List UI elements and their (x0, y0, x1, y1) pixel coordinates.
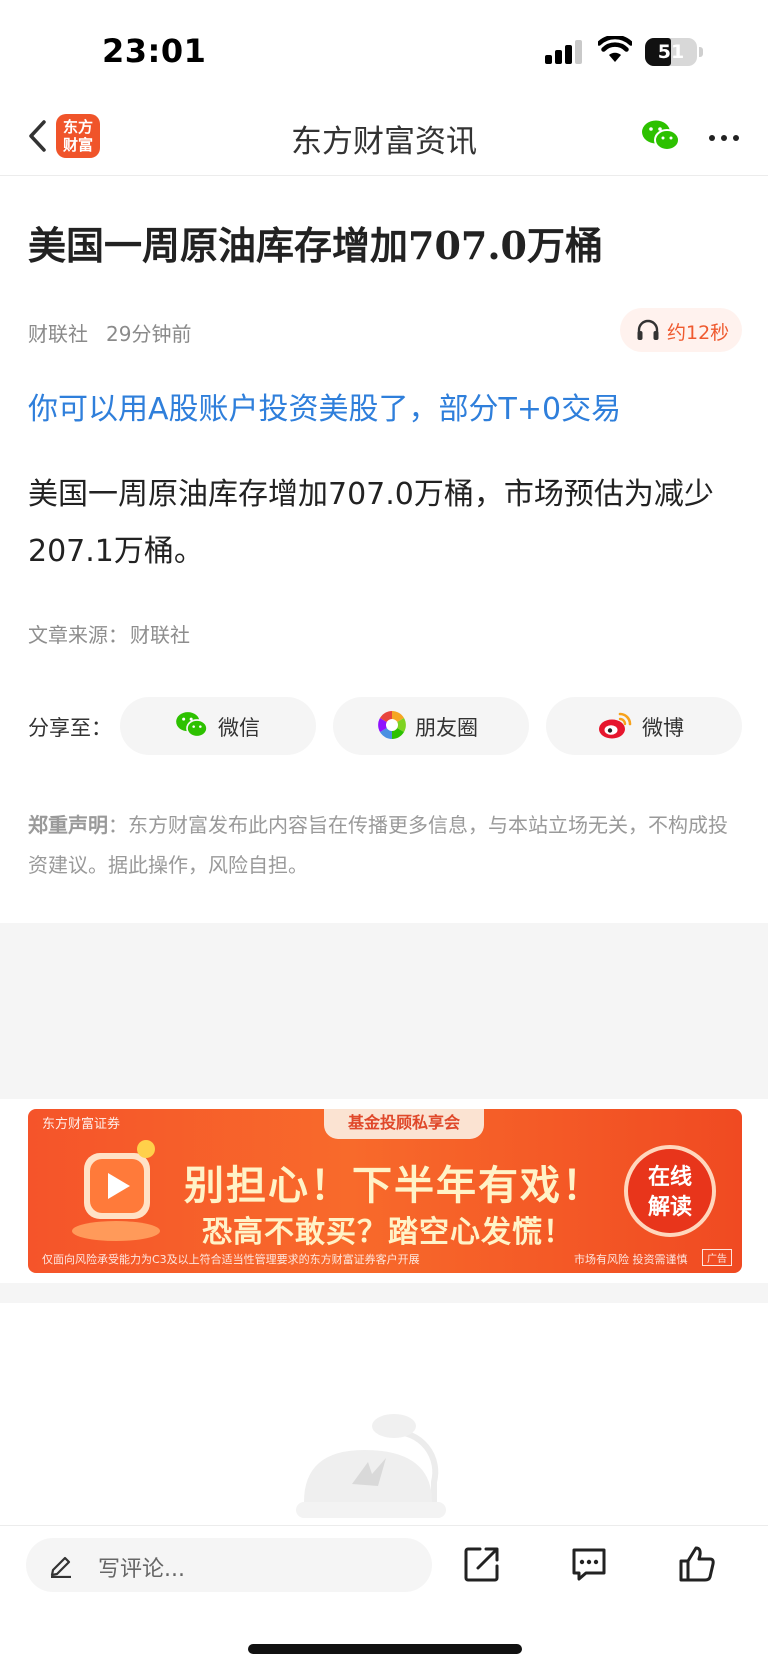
share-icon[interactable] (462, 1544, 502, 1584)
ad-brand: 东方财富证券 (42, 1117, 121, 1132)
share-wechat-button[interactable]: 微信 (120, 697, 316, 755)
ad-headline: 别担心！下半年有戏！ (184, 1163, 604, 1209)
comment-icon[interactable] (569, 1544, 609, 1584)
article-source-line: 文章来源： 财联社 (28, 619, 190, 648)
like-icon[interactable] (677, 1544, 717, 1584)
cellular-signal-icon (545, 40, 585, 64)
source-value: 财联社 (130, 623, 190, 647)
moments-icon (378, 711, 406, 739)
listen-duration: 约12秒 (667, 322, 730, 344)
status-time: 23:01 (102, 32, 207, 70)
loading-placeholder-icon (296, 1414, 446, 1518)
promo-link[interactable]: 你可以用A股账户投资美股了，部分T+0交易 (28, 384, 621, 428)
ad-footer-right: 市场有风险 投资需谨慎 (574, 1253, 688, 1266)
home-indicator (248, 1644, 522, 1654)
article-headline: 美国一周原油库存增加707.0万桶 (28, 223, 603, 268)
wechat-icon (176, 712, 208, 738)
ad-banner[interactable]: 东方财富证券 基金投顾私享会 别担心！下半年有戏！ 恐高不敢买？踏空心发慌！ 在… (28, 1109, 742, 1273)
article-source: 财联社 (28, 322, 88, 346)
listen-audio-button[interactable]: 约12秒 (620, 308, 742, 352)
wifi-icon (598, 36, 632, 62)
article-body: 美国一周原油库存增加707.0万桶，市场预估为减少207.1万桶。 (28, 477, 714, 569)
share-label: 分享至： (28, 716, 112, 740)
disclaimer: 郑重声明：东方财富发布此内容旨在传播更多信息，与本站立场无关，不构成投资建议。据… (28, 805, 728, 885)
share-moments-button[interactable]: 朋友圈 (333, 697, 529, 755)
comment-input[interactable]: 写评论... (26, 1538, 432, 1592)
ad-footer-left: 仅面向风险承受能力为C3及以上符合适当性管理要求的东方财富证券客户开展 (42, 1253, 420, 1266)
article-time: 29分钟前 (106, 322, 192, 346)
ad-placeholder-area (0, 923, 768, 1099)
weibo-icon (599, 712, 632, 739)
source-label: 文章来源： (28, 623, 128, 647)
article-page: 23:01 51 东方财富 东方财富资讯 美国一周原油库存增加707.0万桶 财… (0, 0, 768, 1665)
comment-placeholder: 写评论... (98, 1557, 185, 1582)
wechat-share-icon[interactable] (640, 118, 682, 154)
video-play-icon (72, 1140, 160, 1241)
disclaimer-title: 郑重声明 (28, 813, 108, 837)
disclaimer-text: ：东方财富发布此内容旨在传播更多信息，与本站立场无关，不构成投资建议。据此操作，… (28, 813, 728, 877)
share-weibo-label: 微博 (642, 716, 684, 740)
ad-tag: 基金投顾私享会 (324, 1109, 484, 1139)
share-wechat-label: 微信 (218, 716, 260, 740)
headphones-icon (637, 319, 659, 340)
status-bar: 23:01 51 (0, 0, 768, 100)
share-weibo-button[interactable]: 微博 (546, 697, 742, 755)
ad-subheadline: 恐高不敢买？踏空心发慌！ (202, 1215, 574, 1250)
pencil-icon (50, 1556, 71, 1578)
ad-cta-label: 在线解读 (647, 1165, 692, 1220)
section-divider (0, 1283, 768, 1303)
share-moments-label: 朋友圈 (415, 716, 478, 740)
battery-level: 51 (657, 41, 685, 63)
ad-cta-button[interactable]: 在线解读 (624, 1145, 716, 1237)
more-options-icon[interactable] (706, 122, 742, 152)
nav-bar: 东方财富 东方财富资讯 (0, 100, 768, 176)
battery-icon: 51 (645, 38, 697, 66)
ad-badge: 广告 (702, 1249, 732, 1266)
article-meta: 财联社 29分钟前 (28, 318, 191, 347)
